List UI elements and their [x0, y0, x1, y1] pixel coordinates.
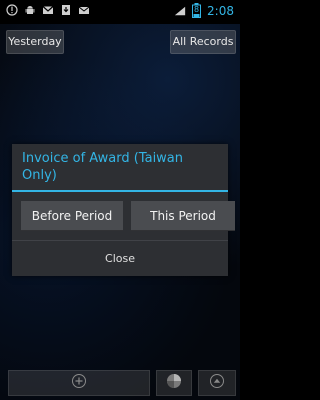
battery-icon: 8	[192, 3, 202, 18]
dialog-title: Invoice of Award (Taiwan Only)	[22, 151, 184, 183]
gmail-icon	[42, 4, 54, 16]
this-period-button[interactable]: This Period	[131, 201, 235, 231]
up-icon	[209, 373, 225, 393]
clock: 2:08	[207, 3, 234, 18]
close-button[interactable]: Close	[12, 241, 228, 276]
before-period-button[interactable]: Before Period	[21, 201, 123, 231]
title-divider	[12, 190, 228, 192]
mail-icon	[78, 4, 90, 16]
exclamation-icon	[6, 4, 18, 16]
add-icon	[71, 373, 87, 393]
download-icon	[60, 4, 72, 16]
status-bar: 8 2:08	[0, 0, 240, 24]
sphere-icon	[166, 373, 182, 393]
battery-level: 8	[194, 5, 200, 14]
sphere-button[interactable]	[156, 370, 192, 396]
yesterday-button[interactable]: Yesterday	[6, 30, 64, 54]
bottom-bar	[0, 370, 240, 400]
up-button[interactable]	[198, 370, 236, 396]
all-records-button[interactable]: All Records	[170, 30, 236, 54]
add-button[interactable]	[8, 370, 150, 396]
signal-icon	[174, 5, 186, 17]
android-icon	[24, 4, 36, 16]
invoice-dialog: Invoice of Award (Taiwan Only) Before Pe…	[12, 144, 235, 276]
